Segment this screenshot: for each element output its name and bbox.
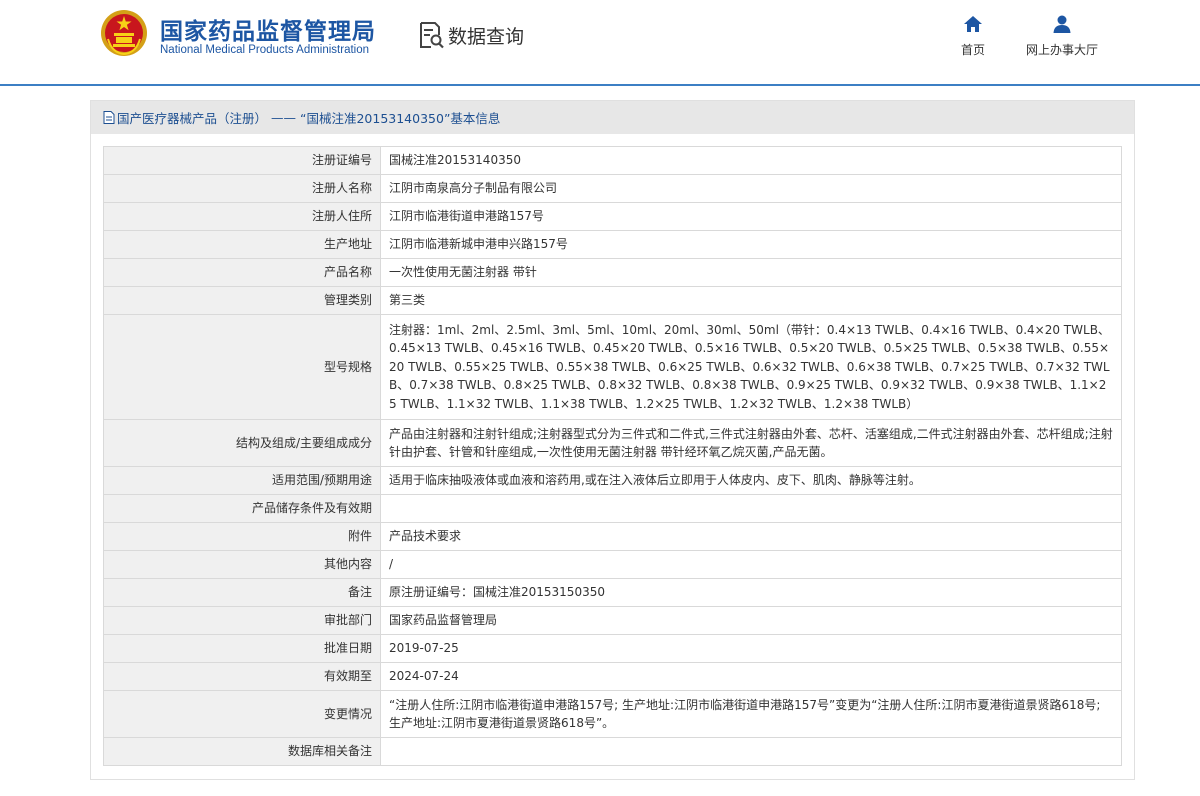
field-label: 附件: [103, 522, 381, 551]
table-row: 变更情况 “注册人住所:江阴市临港街道申港路157号; 生产地址:江阴市临港街道申…: [103, 690, 1122, 738]
field-value: 江阴市临港街道申港路157号: [380, 202, 1122, 231]
field-value: [380, 737, 1122, 766]
table-row: 审批部门 国家药品监督管理局: [103, 606, 1122, 635]
table-row: 生产地址 江阴市临港新城申港申兴路157号: [103, 230, 1122, 259]
field-label: 其他内容: [103, 550, 381, 579]
field-value: 一次性使用无菌注射器 带针: [380, 258, 1122, 287]
table-row: 注册证编号 国械注准20153140350: [103, 146, 1122, 175]
breadcrumb: 国产医疗器械产品（注册） —— “国械注准20153140350”基本信息: [91, 101, 1134, 134]
table-row: 注册人名称 江阴市南泉高分子制品有限公司: [103, 174, 1122, 203]
info-table: 注册证编号 国械注准20153140350 注册人名称 江阴市南泉高分子制品有限公司注…: [103, 146, 1122, 766]
site-title: 国家药品监督管理局: [160, 19, 376, 45]
field-value: 第三类: [380, 286, 1122, 315]
nav-online-office[interactable]: 网上办事大厅: [1018, 14, 1106, 58]
field-label: 结构及组成/主要组成成分: [103, 419, 381, 467]
nav-home[interactable]: 首页: [954, 14, 992, 58]
table-row: 适用范围/预期用途 适用于临床抽吸液体或血液和溶药用,或在注入液体后立即用于人体皮…: [103, 466, 1122, 495]
table-row: 型号规格 注射器：1ml、2ml、2.5ml、3ml、5ml、10ml、20ml、…: [103, 314, 1122, 420]
table-row: 数据库相关备注: [103, 737, 1122, 766]
field-label: 备注: [103, 578, 381, 607]
detail-panel: 国产医疗器械产品（注册） —— “国械注准20153140350”基本信息 注册…: [90, 100, 1135, 780]
field-label: 型号规格: [103, 314, 381, 420]
field-label: 产品储存条件及有效期: [103, 494, 381, 523]
breadcrumb-separator: ——: [271, 110, 296, 125]
field-value: 适用于临床抽吸液体或血液和溶药用,或在注入液体后立即用于人体皮内、皮下、肌肉、静…: [380, 466, 1122, 495]
field-value: “注册人住所:江阴市临港街道申港路157号; 生产地址:江阴市临港街道申港路15…: [380, 690, 1122, 738]
data-search-icon: [420, 22, 444, 49]
table-row: 结构及组成/主要组成成分 产品由注射器和注射针组成;注射器型式分为三件式和二件式,…: [103, 419, 1122, 467]
nav-online-office-label: 网上办事大厅: [1025, 43, 1098, 57]
field-label: 有效期至: [103, 662, 381, 691]
table-row: 管理类别 第三类: [103, 286, 1122, 315]
table-row: 产品名称 一次性使用无菌注射器 带针: [103, 258, 1122, 287]
field-label: 数据库相关备注: [103, 737, 381, 766]
table-row: 批准日期 2019-07-25: [103, 634, 1122, 663]
site-title-en: National Medical Products Administration: [160, 44, 370, 56]
field-value: 2019-07-25: [380, 634, 1122, 663]
table-row: 其他内容 /: [103, 550, 1122, 579]
field-value: 国械注准20153140350: [380, 146, 1122, 175]
breadcrumb-category[interactable]: 国产医疗器械产品（注册）: [117, 108, 267, 127]
field-value: 国家药品监督管理局: [380, 606, 1122, 635]
field-label: 注册人住所: [103, 202, 381, 231]
field-label: 注册人名称: [103, 174, 381, 203]
field-label: 管理类别: [103, 286, 381, 315]
field-value: 江阴市南泉高分子制品有限公司: [380, 174, 1122, 203]
table-row: 附件 产品技术要求: [103, 522, 1122, 551]
field-label: 变更情况: [103, 690, 381, 738]
field-label: 生产地址: [103, 230, 381, 259]
field-value: 产品由注射器和注射针组成;注射器型式分为三件式和二件式,三件式注射器由外套、芯杆…: [380, 419, 1122, 467]
field-value: 2024-07-24: [380, 662, 1122, 691]
field-label: 产品名称: [103, 258, 381, 287]
home-icon: [964, 16, 982, 32]
document-icon: [103, 111, 115, 124]
table-row: 有效期至 2024-07-24: [103, 662, 1122, 691]
nav-home-label: 首页: [960, 43, 985, 57]
field-value: 产品技术要求: [380, 522, 1122, 551]
field-value: 注射器：1ml、2ml、2.5ml、3ml、5ml、10ml、20ml、30ml…: [380, 314, 1122, 420]
header-divider: [0, 84, 1200, 86]
field-value: 江阴市临港新城申港申兴路157号: [380, 230, 1122, 259]
field-label: 批准日期: [103, 634, 381, 663]
data-query-label: 数据查询: [448, 25, 525, 48]
user-icon: [1053, 15, 1071, 33]
site-header: 国家药品监督管理局 National Medical Products Admi…: [0, 0, 1200, 84]
national-emblem-icon: [101, 10, 147, 56]
field-label: 适用范围/预期用途: [103, 466, 381, 495]
field-label: 注册证编号: [103, 146, 381, 175]
field-value: /: [380, 550, 1122, 579]
table-row: 注册人住所 江阴市临港街道申港路157号: [103, 202, 1122, 231]
breadcrumb-detail: “国械注准20153140350”基本信息: [299, 111, 501, 126]
field-label: 审批部门: [103, 606, 381, 635]
table-row: 备注 原注册证编号：国械注准20153150350: [103, 578, 1122, 607]
field-value: 原注册证编号：国械注准20153150350: [380, 578, 1122, 607]
field-value: [380, 494, 1122, 523]
table-row: 产品储存条件及有效期: [103, 494, 1122, 523]
data-query-title: 数据查询: [418, 20, 524, 50]
